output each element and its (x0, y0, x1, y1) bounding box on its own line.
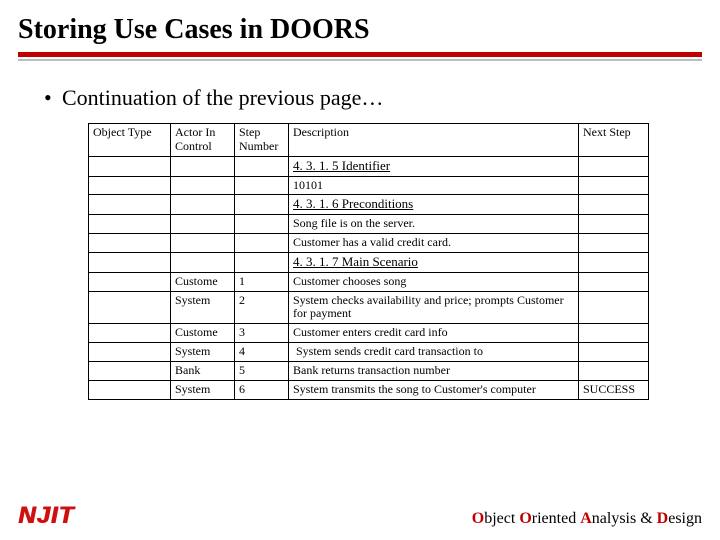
section-main-scenario: 4. 3. 1. 7 Main Scenario (289, 252, 579, 272)
cell-step (235, 195, 289, 215)
cell-step: 1 (235, 272, 289, 291)
title-underline (18, 52, 702, 61)
bullet-dot-icon: • (44, 85, 62, 111)
cell-desc: Customer enters credit card info (289, 324, 579, 343)
cell-object-type (89, 156, 171, 176)
table-wrap: Object Type Actor In Control Step Number… (0, 123, 720, 400)
slide-title: Storing Use Cases in DOORS (0, 0, 720, 52)
cell-actor (171, 195, 235, 215)
cell-actor: Custome (171, 324, 235, 343)
footer-word2: riented (532, 510, 580, 527)
footer-A: A (580, 510, 592, 527)
cell-next (579, 342, 649, 361)
footer-O2: O (519, 510, 531, 527)
bullet-line: •Continuation of the previous page… (0, 61, 720, 123)
cell-object-type (89, 195, 171, 215)
title-bar-red (18, 52, 702, 57)
footer-title: Object Oriented Analysis & Design (472, 510, 702, 528)
col-next-step: Next Step (579, 124, 649, 157)
table-row: Customer has a valid credit card. (89, 234, 649, 253)
table-row: 4. 3. 1. 7 Main Scenario (89, 252, 649, 272)
footer-word4: esign (668, 510, 702, 527)
table-row: System 6 System transmits the song to Cu… (89, 380, 649, 399)
cell-next (579, 156, 649, 176)
cell-desc: 10101 (289, 176, 579, 195)
section-identifier: 4. 3. 1. 5 Identifier (289, 156, 579, 176)
cell-step (235, 156, 289, 176)
table-row: 4. 3. 1. 6 Preconditions (89, 195, 649, 215)
cell-step (235, 215, 289, 234)
cell-step (235, 176, 289, 195)
table-row: Custome 3 Customer enters credit card in… (89, 324, 649, 343)
cell-next (579, 361, 649, 380)
njit-logo: NJIT (18, 502, 74, 530)
cell-actor: Bank (171, 361, 235, 380)
cell-object-type (89, 252, 171, 272)
cell-desc: System sends credit card transaction to … (289, 342, 579, 361)
cell-actor: Custome (171, 272, 235, 291)
cell-actor: System (171, 380, 235, 399)
cell-object-type (89, 234, 171, 253)
cell-object-type (89, 342, 171, 361)
table-row: Custome 1 Customer chooses song (89, 272, 649, 291)
cell-next (579, 252, 649, 272)
col-object-type: Object Type (89, 124, 171, 157)
cell-actor: System (171, 342, 235, 361)
cell-desc: Bank returns transaction number (289, 361, 579, 380)
cell-actor (171, 252, 235, 272)
bullet-text: Continuation of the previous page… (62, 85, 383, 110)
cell-next (579, 291, 649, 324)
cell-desc: Customer has a valid credit card. (289, 234, 579, 253)
cell-next (579, 234, 649, 253)
cell-next (579, 324, 649, 343)
cell-actor (171, 215, 235, 234)
cell-object-type (89, 272, 171, 291)
cell-desc: Customer chooses song (289, 272, 579, 291)
cell-step: 3 (235, 324, 289, 343)
cell-object-type (89, 215, 171, 234)
table-row: Bank 5 Bank returns transaction number (89, 361, 649, 380)
col-actor: Actor In Control (171, 124, 235, 157)
cell-actor (171, 234, 235, 253)
cell-desc: System checks availability and price; pr… (289, 291, 579, 324)
section-preconditions: 4. 3. 1. 6 Preconditions (289, 195, 579, 215)
cell-actor (171, 176, 235, 195)
cell-object-type (89, 361, 171, 380)
cell-step: 2 (235, 291, 289, 324)
table-row: System 4 System sends credit card transa… (89, 342, 649, 361)
cell-desc: Song file is on the server. (289, 215, 579, 234)
cell-next (579, 176, 649, 195)
table-row: 10101 (89, 176, 649, 195)
usecase-table: Object Type Actor In Control Step Number… (88, 123, 649, 400)
cell-next (579, 272, 649, 291)
col-description: Description (289, 124, 579, 157)
cell-object-type (89, 380, 171, 399)
cell-next (579, 215, 649, 234)
footer-D: D (657, 510, 669, 527)
table-row: System 2 System checks availability and … (89, 291, 649, 324)
cell-step (235, 234, 289, 253)
cell-step: 6 (235, 380, 289, 399)
cell-object-type (89, 291, 171, 324)
cell-step: 5 (235, 361, 289, 380)
cell-object-type (89, 324, 171, 343)
cell-actor (171, 156, 235, 176)
cell-step (235, 252, 289, 272)
cell-next: SUCCESS (579, 380, 649, 399)
cell-desc: System transmits the song to Customer's … (289, 380, 579, 399)
footer-O1: O (472, 510, 484, 527)
cell-object-type (89, 176, 171, 195)
cell-step: 4 (235, 342, 289, 361)
table-row: 4. 3. 1. 5 Identifier (89, 156, 649, 176)
cell-next (579, 195, 649, 215)
slide: Storing Use Cases in DOORS •Continuation… (0, 0, 720, 540)
footer-word3: nalysis & (592, 510, 657, 527)
footer-word1: bject (484, 510, 519, 527)
cell-actor: System (171, 291, 235, 324)
col-step-number: Step Number (235, 124, 289, 157)
table-header-row: Object Type Actor In Control Step Number… (89, 124, 649, 157)
table-row: Song file is on the server. (89, 215, 649, 234)
